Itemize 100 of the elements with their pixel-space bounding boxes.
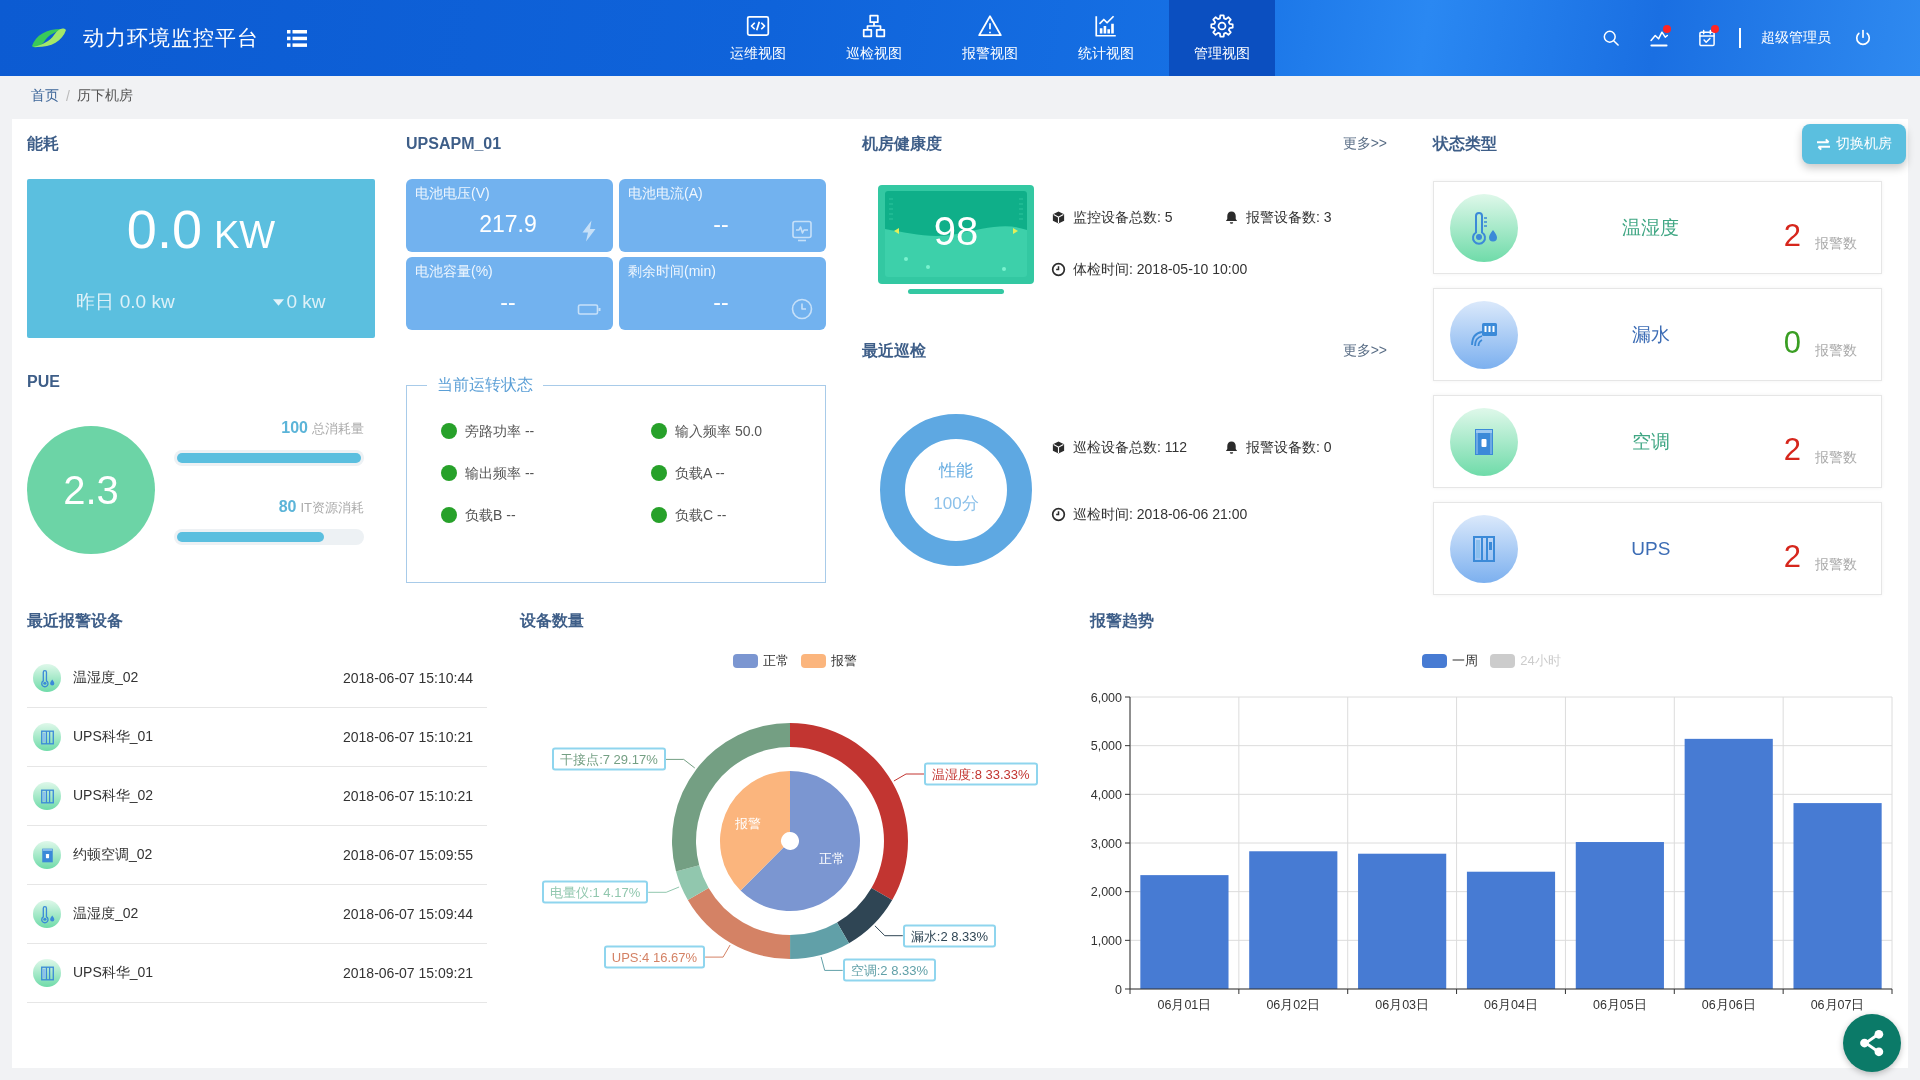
device-name: 温湿度_02 [73,905,139,923]
axis-label: 06月05日 [1592,998,1647,1012]
stat-text: 巡检时间: 2018-06-06 21:00 [1073,505,1248,524]
axis-label: 06月04日 [1484,998,1538,1012]
status-card[interactable]: 漏水 0 报警数 [1433,288,1882,381]
nav-tab[interactable]: 报警视图 [937,0,1043,76]
device-name: UPS科华_01 [73,728,154,746]
metric-value: -- [499,288,517,316]
status-dot-icon [651,423,667,439]
breadcrumb-link[interactable]: 首页 [31,87,59,105]
air-conditioner-icon [33,841,61,869]
section-title: 状态类型 [1433,134,1497,154]
count-label: 报警数 [1815,554,1857,573]
clock-icon [1051,261,1066,277]
warning-icon [977,13,1003,39]
sitemap-icon [861,13,887,39]
bar[interactable] [1793,803,1882,989]
data-label: 温湿度:8 33.33% [924,762,1038,786]
search-icon [1601,28,1621,48]
cube-icon [1051,209,1066,225]
notification-dot-icon [1663,25,1671,33]
nav-tab[interactable]: 运维视图 [705,0,811,76]
alarm-time: 2018-06-07 15:09:44 [343,906,473,922]
alarm-count: 2 [1783,433,1801,466]
section-title: 能耗 [27,134,59,154]
bell-icon [1224,209,1239,225]
device-name: UPS科华_01 [73,964,154,982]
panel-legend: 当前运转状态 [427,374,543,396]
section-title: 报警趋势 [1090,611,1154,631]
thermometer-icon [33,900,61,928]
ring-score: 100分 [932,493,980,515]
ring-slice[interactable] [790,723,908,900]
leader-line [820,956,844,971]
clock-icon [1051,506,1066,522]
legend-item[interactable]: 正常 [733,652,789,670]
pie-slice[interactable] [720,771,790,891]
axis-label: 1,000 [1090,933,1122,948]
metric-label: 剩余时间(min) [628,262,716,281]
data-label: 漏水:2 8.33% [902,924,997,948]
bar-value: 100 [281,419,308,436]
section-title: 最近巡检 [862,341,926,361]
axis-label: 3,000 [1090,836,1122,851]
legend-item[interactable]: 一周 [1422,652,1479,670]
ring-slice[interactable] [837,888,893,944]
status-text: 负载B -- [465,506,516,525]
nav-tab[interactable]: 巡检视图 [821,0,927,76]
legend-item[interactable]: 报警 [801,652,857,670]
user-menu[interactable]: 超级管理员 [1761,29,1831,47]
data-label: UPS:4 16.67% [603,945,706,969]
bar[interactable] [1140,875,1229,989]
code-icon [745,13,771,39]
power-icon[interactable] [1853,28,1873,48]
status-card[interactable]: 温湿度 2 报警数 [1433,181,1882,274]
calendar-check-icon [1697,28,1717,48]
axis-label: 0 [1115,982,1122,997]
section-title: 机房健康度 [862,134,942,154]
monitor-icon [790,219,814,243]
pue-indicator: 2.3 [27,426,155,554]
menu-icon[interactable] [287,29,307,47]
energy-value: 0.0 [126,199,202,259]
axis-label: 5,000 [1090,739,1122,754]
section-title: PUE [27,372,60,392]
nav-tab[interactable]: 管理视图 [1169,0,1275,76]
alarm-count: 2 [1783,219,1801,252]
leader-line [665,758,696,769]
alarm-time: 2018-06-07 15:10:44 [343,670,473,686]
section-title: 设备数量 [520,611,584,631]
leader-line [647,886,680,893]
slice-label: 报警 [735,816,762,832]
stat-text: 报警设备数: 0 [1246,438,1332,457]
metric-value: 217.9 [478,210,538,238]
cabinet-icon [33,723,61,751]
more-link[interactable]: 更多>> [1342,342,1387,360]
bar-label: 总消耗量 [312,421,364,436]
breadcrumb-separator: / [66,88,70,104]
axis-label: 6,000 [1090,690,1122,705]
status-card[interactable]: UPS 2 报警数 [1433,502,1882,595]
cube-icon [1051,439,1066,455]
nav-tab[interactable]: 统计视图 [1053,0,1159,76]
count-label: 报警数 [1815,233,1857,252]
status-name: 空调 [1630,429,1671,454]
thermometer-icon [33,664,61,692]
status-text: 输入频率 50.0 [675,422,763,441]
status-text: 输出频率 -- [465,464,535,483]
axis-label: 06月06日 [1701,998,1756,1012]
status-dot-icon [651,465,667,481]
status-text: 负载C -- [675,506,727,525]
more-link[interactable]: 更多>> [1342,135,1387,153]
energy-unit: KW [213,214,276,256]
count-label: 报警数 [1815,447,1857,466]
ring-slice[interactable] [790,922,850,959]
device-name: UPS科华_02 [73,787,154,805]
yesterday-energy: 昨日 0.0 kw [76,290,175,314]
status-card[interactable]: 空调 2 报警数 [1433,395,1882,488]
leader-line [893,773,925,782]
status-dot-icon [441,423,457,439]
device-name: 温湿度_02 [73,669,139,687]
line-chart-icon [1649,28,1669,48]
alarm-time: 2018-06-07 15:09:55 [343,847,473,863]
bar[interactable] [1466,871,1556,989]
